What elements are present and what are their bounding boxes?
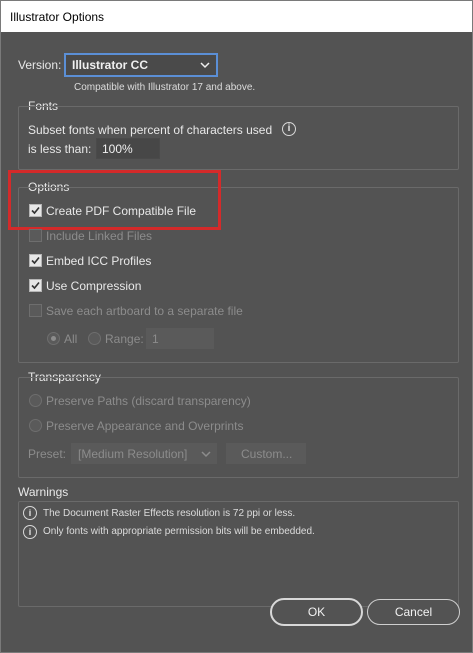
version-note: Compatible with Illustrator 17 and above… xyxy=(74,82,256,93)
subset-percent-value: 100% xyxy=(102,142,133,156)
range-radio[interactable] xyxy=(88,332,101,345)
help-icon-glyph: i xyxy=(287,123,291,134)
window-title: Illustrator Options xyxy=(10,10,105,24)
range-input[interactable]: 1 xyxy=(146,328,214,349)
preset-value: [Medium Resolution] xyxy=(78,447,188,461)
preset-dropdown[interactable]: [Medium Resolution] xyxy=(71,443,217,464)
subset-fonts-label-line1: Subset fonts when percent of characters … xyxy=(28,123,273,137)
ok-button[interactable]: OK xyxy=(270,598,363,626)
preserve-paths-label: Preserve Paths (discard transparency) xyxy=(46,394,251,408)
range-value: 1 xyxy=(152,332,159,346)
embed-icc-label: Embed ICC Profiles xyxy=(46,254,152,268)
save-artboards-checkbox[interactable] xyxy=(29,304,42,317)
dialog-content: Version: Illustrator CC Compatible with … xyxy=(1,32,472,652)
illustrator-options-dialog: Illustrator Options Version: Illustrator… xyxy=(0,0,473,653)
ok-button-label: OK xyxy=(307,605,326,619)
subset-fonts-label-line2: is less than: xyxy=(28,142,92,156)
version-dropdown[interactable]: Illustrator CC xyxy=(64,53,218,77)
warnings-title: Warnings xyxy=(18,485,69,499)
chevron-down-icon xyxy=(201,451,211,458)
chevron-down-icon xyxy=(200,62,210,69)
info-icon-glyph: i xyxy=(28,527,32,537)
title-bar: Illustrator Options xyxy=(1,1,472,32)
custom-button[interactable]: Custom... xyxy=(226,443,306,464)
include-linked-files-label: Include Linked Files xyxy=(46,229,153,243)
cancel-button[interactable]: Cancel xyxy=(367,599,460,625)
version-label: Version: xyxy=(18,58,62,72)
check-icon xyxy=(31,256,40,265)
use-compression-checkbox[interactable] xyxy=(29,279,42,292)
fonts-group xyxy=(18,106,459,170)
subset-percent-input[interactable]: 100% xyxy=(96,138,160,159)
preserve-paths-radio[interactable] xyxy=(29,394,42,407)
all-label: All xyxy=(64,332,78,346)
info-icon-glyph: i xyxy=(28,508,32,518)
all-radio[interactable] xyxy=(47,332,60,345)
embed-icc-checkbox[interactable] xyxy=(29,254,42,267)
range-label: Range: xyxy=(105,332,144,346)
help-icon[interactable]: i xyxy=(282,122,296,136)
preserve-appearance-radio[interactable] xyxy=(29,419,42,432)
preserve-appearance-label: Preserve Appearance and Overprints xyxy=(46,419,244,433)
check-icon xyxy=(31,281,40,290)
use-compression-label: Use Compression xyxy=(46,279,142,293)
save-artboards-label: Save each artboard to a separate file xyxy=(46,304,243,318)
warning-item-1: The Document Raster Effects resolution i… xyxy=(43,508,296,519)
cancel-button-label: Cancel xyxy=(394,605,433,619)
preset-label: Preset: xyxy=(28,447,67,461)
warning-item-2: Only fonts with appropriate permission b… xyxy=(43,526,315,537)
custom-button-label: Custom... xyxy=(241,447,293,461)
version-selected: Illustrator CC xyxy=(72,58,149,72)
include-linked-files-checkbox[interactable] xyxy=(29,229,42,242)
info-icon: i xyxy=(23,506,37,520)
info-icon: i xyxy=(23,525,37,539)
highlight-annotation xyxy=(8,170,221,230)
